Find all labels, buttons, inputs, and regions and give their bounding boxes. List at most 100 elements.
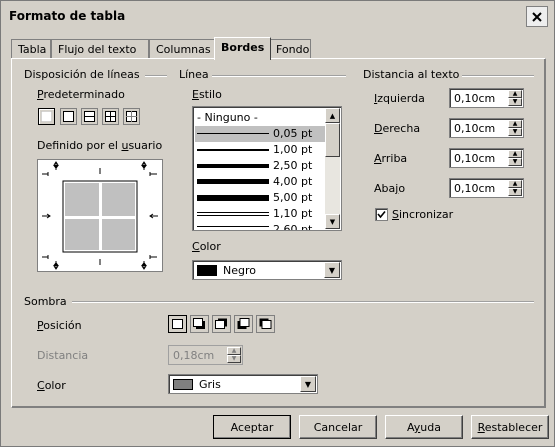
shadow-color-value: Gris	[199, 378, 221, 391]
spin-down-button[interactable]: ▼	[508, 158, 522, 166]
separator	[145, 75, 167, 77]
left-label: Izquierda	[374, 92, 425, 105]
spin-up-button[interactable]: ▲	[227, 347, 241, 355]
list-item[interactable]: 5,00 pt	[195, 190, 325, 206]
spin-down-button[interactable]: ▼	[508, 188, 522, 196]
line-sample	[197, 179, 269, 184]
tab-columns[interactable]: Columnas	[149, 39, 217, 59]
list-item[interactable]: 0,05 pt	[195, 126, 325, 142]
shadow-top-right-icon	[215, 318, 227, 329]
list-item[interactable]: - Ninguno -	[195, 110, 325, 126]
spin-down-button[interactable]: ▼	[508, 98, 522, 106]
dropdown-button[interactable]: ▼	[324, 262, 340, 278]
arrow-down-icon: ▼	[512, 188, 518, 195]
arrow-down-icon: ▼	[512, 98, 518, 105]
arrow-down-icon: ▼	[512, 128, 518, 135]
arrow-down-icon: ▼	[329, 217, 336, 226]
shadow-title: Sombra	[24, 295, 67, 308]
line-sample	[197, 149, 269, 151]
cancel-button[interactable]: Cancelar	[299, 415, 377, 439]
color-swatch	[173, 379, 193, 390]
shadow-color-select[interactable]: Gris ▼	[168, 374, 318, 394]
tab-label: Tabla	[18, 43, 47, 56]
tab-text-flow[interactable]: Flujo del texto	[51, 39, 149, 59]
tab-table[interactable]: Tabla	[11, 39, 51, 59]
shadow-distance-field[interactable]: 0,18cm ▲ ▼	[168, 345, 243, 365]
arrow-up-icon: ▲	[231, 347, 237, 354]
scroll-down-button[interactable]: ▼	[325, 214, 340, 229]
scroll-up-button[interactable]: ▲	[325, 108, 340, 123]
shadow-bottom-left-button[interactable]	[234, 315, 253, 333]
list-scrollbar[interactable]: ▲ ▼	[325, 108, 340, 229]
arrow-up-icon: ▲	[512, 150, 518, 157]
close-button[interactable]	[526, 6, 548, 27]
spin-down-button[interactable]: ▼	[227, 355, 241, 363]
left-spacing-value: 0,10cm	[454, 92, 496, 105]
tab-label: Flujo del texto	[58, 43, 137, 56]
line-color-select[interactable]: Negro ▼	[192, 260, 342, 280]
left-spacing-field[interactable]: 0,10cm ▲ ▼	[449, 88, 524, 108]
shadow-none-button[interactable]	[168, 315, 187, 333]
spin-down-button[interactable]: ▼	[508, 128, 522, 136]
shadow-bottom-right-button[interactable]	[190, 315, 209, 333]
spacing-title: Distancia al texto	[363, 68, 460, 81]
spin-up-button[interactable]: ▲	[508, 180, 522, 188]
line-color-value: Negro	[223, 264, 256, 277]
border-outer-horizontal-icon	[84, 111, 95, 122]
top-label: Arriba	[374, 152, 408, 165]
user-defined-label: Definido por el usuario	[37, 139, 163, 152]
spin-up-button[interactable]: ▲	[508, 120, 522, 128]
shadow-distance-value: 0,18cm	[173, 349, 215, 362]
tab-background[interactable]: Fondo	[269, 39, 311, 59]
list-item-label: 1,00 pt	[273, 143, 313, 156]
shadow-top-right-button[interactable]	[212, 315, 231, 333]
dropdown-button[interactable]: ▼	[300, 376, 316, 392]
title-bar[interactable]: Formato de tabla	[1, 1, 554, 31]
shadow-top-left-button[interactable]	[256, 315, 275, 333]
right-spacing-field[interactable]: 0,10cm ▲ ▼	[449, 118, 524, 138]
scroll-thumb[interactable]	[325, 123, 340, 157]
spin-up-button[interactable]: ▲	[508, 90, 522, 98]
shadow-top-left-icon	[259, 318, 272, 329]
preset-outer-thin-inner[interactable]	[123, 108, 140, 125]
list-item[interactable]: 4,00 pt	[195, 174, 325, 190]
table-format-dialog: Formato de tabla Tabla Flujo del texto C…	[0, 0, 555, 447]
border-all-icon	[105, 111, 116, 122]
list-item[interactable]: 1,00 pt	[195, 142, 325, 158]
list-item-label: 2,50 pt	[273, 159, 313, 172]
top-spacing-field[interactable]: 0,10cm ▲ ▼	[449, 148, 524, 168]
border-preview-icon	[42, 161, 158, 270]
list-item[interactable]: 2,50 pt	[195, 158, 325, 174]
preset-all[interactable]	[102, 108, 119, 125]
user-defined-border-area[interactable]	[37, 159, 163, 272]
list-item-label: - Ninguno -	[197, 111, 258, 124]
list-item-label: 4,00 pt	[273, 175, 313, 188]
ok-label: Aceptar	[230, 421, 274, 434]
line-sample	[197, 133, 269, 134]
list-item[interactable]: 1,10 pt	[195, 206, 325, 222]
preset-none[interactable]	[38, 108, 55, 125]
preset-outer[interactable]	[60, 108, 77, 125]
synchronize-checkbox[interactable]	[375, 208, 388, 221]
spin-up-button[interactable]: ▲	[508, 150, 522, 158]
arrow-up-icon: ▲	[329, 111, 336, 120]
bottom-label: Abajo	[374, 182, 406, 195]
reset-button[interactable]: Restablecer	[471, 415, 549, 439]
arrow-down-icon: ▼	[512, 158, 518, 165]
shadow-none-icon	[172, 319, 183, 329]
arrow-up-icon: ▲	[512, 120, 518, 127]
line-style-list[interactable]: - Ninguno - 0,05 pt 1,00 pt 2,50 pt 4,00…	[192, 106, 342, 231]
top-spacing-value: 0,10cm	[454, 152, 496, 165]
separator	[212, 75, 346, 77]
line-arrangement-title: Disposición de líneas	[24, 68, 140, 81]
arrow-up-icon: ▲	[512, 90, 518, 97]
help-button[interactable]: Ayuda	[385, 415, 463, 439]
color-swatch	[197, 265, 217, 276]
ok-button[interactable]: Aceptar	[213, 415, 291, 439]
preset-outer-horizontal[interactable]	[81, 108, 98, 125]
list-item[interactable]: 2,60 pt	[195, 222, 325, 230]
bottom-spacing-field[interactable]: 0,10cm ▲ ▼	[449, 178, 524, 198]
line-color-label: Color	[192, 240, 221, 253]
tab-borders[interactable]: Bordes	[214, 37, 271, 60]
line-title: Línea	[179, 68, 209, 81]
